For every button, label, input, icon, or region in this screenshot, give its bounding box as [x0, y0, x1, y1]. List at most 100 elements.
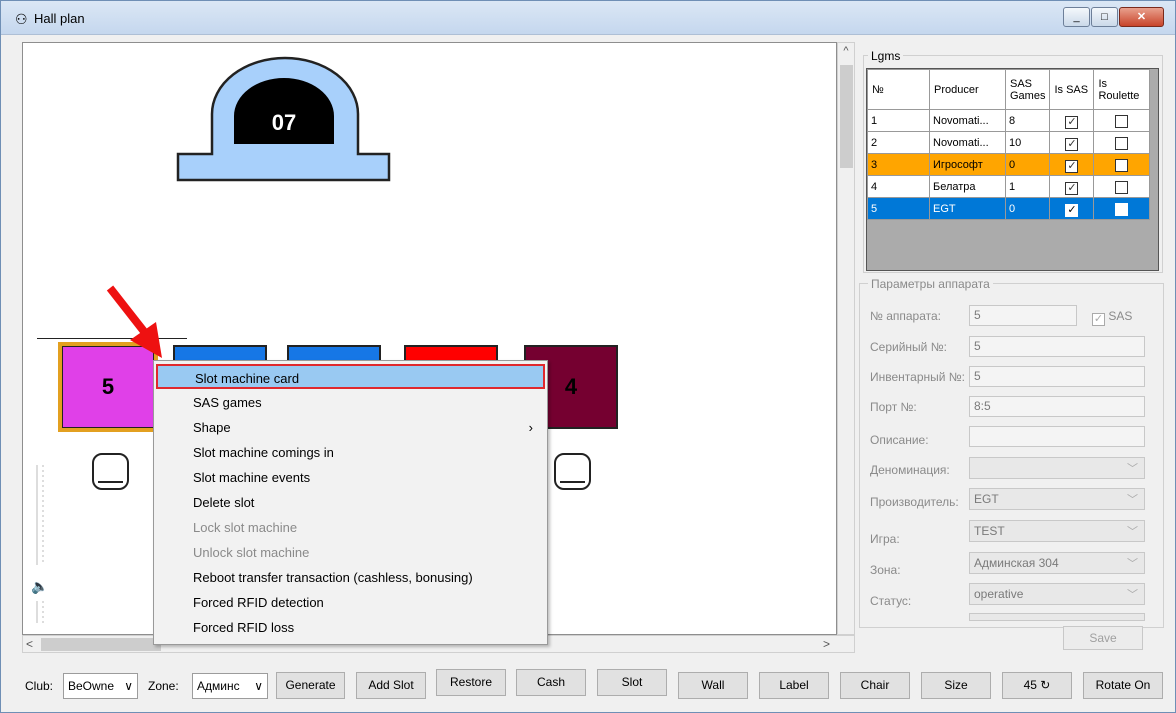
menu-item-rfid-loss[interactable]: Forced RFID loss: [156, 615, 545, 640]
scroll-right-icon[interactable]: >: [823, 637, 830, 651]
zone-value: Админс: [197, 679, 240, 693]
wall-button[interactable]: Wall: [678, 672, 748, 699]
menu-item-label: Slot machine events: [193, 470, 311, 485]
col-header-producer[interactable]: Producer: [929, 69, 1006, 110]
rotate-on-button[interactable]: Rotate On: [1083, 672, 1163, 699]
is-roulette-checkbox[interactable]: [1115, 114, 1129, 128]
zone-label: Зона:: [870, 563, 901, 577]
menu-item-label: SAS games: [193, 395, 262, 410]
denomination-select[interactable]: ﹀: [969, 457, 1145, 479]
serial-label: Серийный №:: [870, 340, 947, 354]
status-value: operative: [974, 587, 1024, 601]
menu-item-events[interactable]: Slot machine events: [156, 465, 545, 490]
menu-item-slot-machine-card[interactable]: Slot machine card: [156, 364, 545, 389]
col-header-is-sas[interactable]: Is SAS: [1049, 69, 1095, 110]
restore-button[interactable]: Restore: [436, 669, 506, 696]
sas-check-icon: ✓: [1092, 313, 1105, 326]
table-row[interactable]: 4 Белатра 1 ✓: [867, 175, 1151, 198]
cash-dome[interactable]: 07: [176, 56, 391, 182]
game-select[interactable]: TEST ﹀: [969, 520, 1145, 542]
vertical-scrollbar[interactable]: ^: [837, 42, 855, 635]
close-button[interactable]: ✕: [1119, 7, 1164, 27]
is-roulette-checkbox[interactable]: [1115, 136, 1129, 150]
cell-producer: Игрософт: [929, 153, 1006, 176]
machine-no-field[interactable]: 5: [969, 305, 1077, 326]
col-header-is-roulette[interactable]: Is Roulette: [1093, 69, 1151, 110]
zone-value: Админская 304: [974, 556, 1059, 570]
minimize-button[interactable]: _: [1063, 7, 1090, 27]
status-select[interactable]: operative ﹀: [969, 583, 1145, 605]
lgms-grid[interactable]: № Producer SAS Games Is SAS Is Roulette …: [866, 68, 1159, 271]
table-row[interactable]: 3 Игрософт 0 ✓: [867, 153, 1151, 176]
bottom-toolbar: Club: BeOwne ∨ Zone: Админс ∨ Generate Add…: [0, 659, 1174, 711]
is-sas-checkbox[interactable]: ✓: [1065, 138, 1079, 151]
menu-item-shape[interactable]: Shape ›: [156, 415, 545, 440]
save-button[interactable]: Save: [1063, 626, 1143, 650]
horizontal-scroll-thumb[interactable]: [41, 638, 161, 651]
params-title: Параметры аппарата: [868, 277, 993, 291]
cell-num: 4: [867, 175, 930, 198]
is-roulette-checkbox[interactable]: [1115, 180, 1129, 194]
game-label: Игра:: [870, 532, 900, 546]
zone-select[interactable]: Админс ∨: [192, 673, 268, 699]
status-label: Статус:: [870, 594, 912, 608]
menu-item-rfid-detection[interactable]: Forced RFID detection: [156, 590, 545, 615]
col-header-sas-games[interactable]: SAS Games: [1004, 69, 1051, 110]
slot-label: 4: [564, 374, 578, 399]
chevron-down-icon: ﹀: [1127, 558, 1138, 570]
scroll-left-icon[interactable]: <: [26, 637, 33, 651]
club-select[interactable]: BeOwne ∨: [63, 673, 138, 699]
menu-item-label: Reboot transfer transaction (cashless, b…: [193, 570, 473, 585]
table-row[interactable]: 1 Novomati... 8 ✓: [867, 109, 1151, 132]
volume-slider[interactable]: 🔈: [31, 465, 51, 625]
menu-item-reboot-transfer[interactable]: Reboot transfer transaction (cashless, b…: [156, 565, 545, 590]
cell-num: 2: [867, 131, 930, 154]
is-roulette-checkbox[interactable]: [1115, 202, 1129, 216]
description-field[interactable]: [969, 426, 1145, 447]
chair[interactable]: [554, 453, 591, 490]
generate-button[interactable]: Generate: [276, 672, 345, 699]
is-sas-checkbox[interactable]: ✓: [1065, 160, 1079, 173]
slot-button[interactable]: Slot: [597, 669, 667, 696]
menu-item-unlock: Unlock slot machine: [156, 540, 545, 565]
zone-select[interactable]: Админская 304 ﹀: [969, 552, 1145, 574]
cash-button[interactable]: Cash: [516, 669, 586, 696]
cell-sas-games: 10: [1004, 131, 1051, 154]
menu-item-delete-slot[interactable]: Delete slot: [156, 490, 545, 515]
sas-checkbox[interactable]: ✓ SAS: [1092, 309, 1133, 326]
maximize-button[interactable]: □: [1091, 7, 1118, 27]
chair[interactable]: [92, 453, 129, 490]
is-sas-checkbox[interactable]: ✓: [1065, 182, 1079, 195]
size-button[interactable]: Size: [921, 672, 991, 699]
context-menu: Slot machine card SAS games Shape › Slot …: [153, 360, 548, 645]
table-row[interactable]: 2 Novomati... 10 ✓: [867, 131, 1151, 154]
producer-select[interactable]: EGT ﹀: [969, 488, 1145, 510]
label-button[interactable]: Label: [759, 672, 829, 699]
description-label: Описание:: [870, 433, 929, 447]
menu-item-sas-games[interactable]: SAS games: [156, 390, 545, 415]
menu-item-label: Delete slot: [193, 495, 255, 510]
sas-label: SAS: [1108, 309, 1133, 323]
rotate-angle-button[interactable]: 45 ↻: [1002, 672, 1072, 699]
menu-item-label: Lock slot machine: [193, 520, 298, 535]
cell-producer: Novomati...: [929, 131, 1006, 154]
scroll-up-icon[interactable]: ^: [838, 45, 854, 57]
chevron-down-icon: ﹀: [1127, 463, 1138, 475]
menu-item-comings-in[interactable]: Slot machine comings in: [156, 440, 545, 465]
window-title: Hall plan: [34, 11, 85, 26]
chevron-down-icon: ﹀: [1127, 526, 1138, 538]
is-roulette-checkbox[interactable]: [1115, 158, 1129, 172]
serial-field[interactable]: 5: [969, 336, 1145, 357]
zone-label: Zone:: [148, 679, 179, 693]
add-slot-button[interactable]: Add Slot: [356, 672, 426, 699]
port-field[interactable]: 8:5: [969, 396, 1145, 417]
inventory-field[interactable]: 5: [969, 366, 1145, 387]
chevron-down-icon: ﹀: [1127, 589, 1138, 601]
col-header-num[interactable]: №: [867, 69, 930, 110]
is-sas-checkbox[interactable]: ✓: [1065, 116, 1079, 129]
chair-button[interactable]: Chair: [840, 672, 910, 699]
is-sas-checkbox[interactable]: ✓: [1065, 204, 1079, 217]
vertical-scroll-thumb[interactable]: [840, 65, 853, 168]
cell-sas-games: 0: [1004, 153, 1051, 176]
table-row[interactable]: 5 EGT 0 ✓: [867, 197, 1151, 220]
